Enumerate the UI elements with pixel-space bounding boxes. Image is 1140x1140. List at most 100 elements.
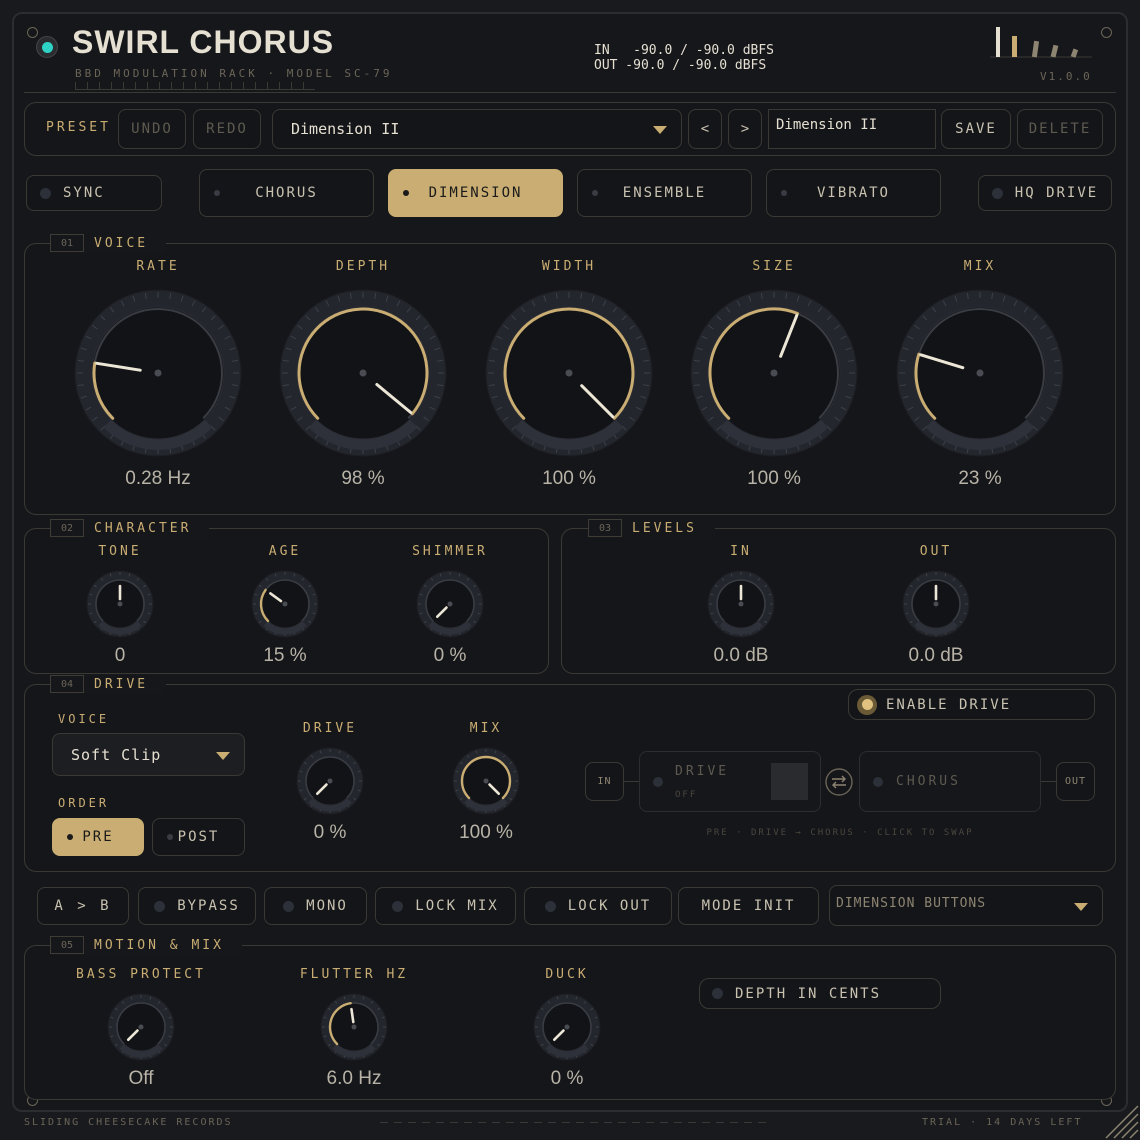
drive-knob-mix[interactable] — [449, 744, 523, 818]
voice-knob-rate[interactable] — [68, 283, 248, 463]
hq-drive-toggle[interactable]: HQ DRIVE — [978, 175, 1112, 211]
footer-trial: TRIAL · 14 DAYS LEFT — [922, 1117, 1083, 1128]
lock-out-toggle[interactable]: LOCK OUT — [524, 887, 672, 925]
mono-led-icon — [283, 900, 295, 912]
voice-knob-width[interactable] — [479, 283, 659, 463]
depth-in-cents-led-icon — [712, 988, 723, 999]
levels-section-header: 03 LEVELS — [588, 518, 715, 538]
chain-drive-label: DRIVE — [675, 764, 730, 779]
voice-knob-mix[interactable] — [890, 283, 1070, 463]
section-number: 03 — [588, 519, 622, 537]
chain-out-node: OUT — [1056, 762, 1095, 801]
hq-drive-label: HQ DRIVE — [1014, 185, 1099, 201]
motion-knob-bass-protect[interactable] — [104, 990, 178, 1064]
chain-chorus-block[interactable]: CHORUS — [859, 751, 1041, 812]
preset-select[interactable]: Dimension II — [272, 109, 682, 149]
drive-knob-drive[interactable] — [293, 744, 367, 818]
character-section-header: 02 CHARACTER — [50, 518, 210, 538]
ruler-ticks — [75, 82, 315, 90]
order-pre-button[interactable]: PRE — [52, 818, 144, 856]
levels-knob-out[interactable] — [899, 567, 973, 641]
footer-dashes — [380, 1122, 770, 1123]
character-knob-tone[interactable] — [83, 567, 157, 641]
knob-value: 100 % — [747, 468, 801, 489]
knob-label: DUCK — [545, 967, 589, 982]
sync-led-icon — [40, 187, 51, 199]
hq-drive-led-icon — [991, 187, 1003, 199]
knob-label: IN — [730, 544, 752, 559]
knob-label: DRIVE — [302, 721, 358, 736]
mode-ensemble-button[interactable]: ENSEMBLE — [577, 169, 752, 217]
level-bars-icon — [990, 27, 1092, 58]
knob-value: Off — [128, 1068, 154, 1089]
voice-knob-size[interactable] — [684, 283, 864, 463]
knob-pointer — [350, 1007, 355, 1024]
section-title: VOICE — [94, 235, 149, 251]
voice-knob-depth[interactable] — [273, 283, 453, 463]
undo-button[interactable]: UNDO — [118, 109, 186, 149]
levels-knob-in[interactable] — [704, 567, 778, 641]
chain-chorus-label: CHORUS — [896, 774, 961, 789]
drive-section-header: 04 DRIVE — [50, 674, 167, 694]
lock-mix-label: LOCK MIX — [415, 898, 499, 914]
mode-label: ENSEMBLE — [622, 185, 707, 201]
drive-meter-box — [771, 763, 808, 800]
footer-brand: SLIDING CHEESECAKE RECORDS — [24, 1117, 233, 1128]
mono-toggle[interactable]: MONO — [264, 887, 367, 925]
motion-knob-flutter-hz[interactable] — [317, 990, 391, 1064]
resize-grip-icon[interactable] — [1104, 1104, 1140, 1140]
delete-button[interactable]: DELETE — [1017, 109, 1103, 149]
preset-select-value: Dimension II — [291, 120, 400, 138]
chain-drive-block[interactable]: DRIVE OFF — [639, 751, 821, 812]
plugin-subtitle: BBD MODULATION RACK · MODEL SC-79 — [75, 67, 393, 80]
character-knob-age[interactable] — [248, 567, 322, 641]
next-preset-button[interactable]: > — [728, 109, 762, 149]
mode-vibrato-button[interactable]: VIBRATO — [766, 169, 941, 217]
power-led-icon[interactable] — [36, 36, 58, 58]
drive-voice-value: Soft Clip — [71, 745, 162, 764]
motion-knob-duck[interactable] — [530, 990, 604, 1064]
section-number: 04 — [50, 675, 84, 693]
knob-value: 0 % — [433, 645, 467, 666]
knob-label: MIX — [469, 721, 503, 736]
mode-dot-icon — [781, 190, 787, 196]
section-title: CHARACTER — [94, 520, 192, 536]
mode-label: DIMENSION — [428, 185, 523, 201]
drive-voice-select[interactable]: Soft Clip — [52, 733, 245, 776]
knob-label: WIDTH — [541, 259, 597, 274]
knob-label: BASS PROTECT — [76, 967, 206, 982]
mode-chorus-button[interactable]: CHORUS — [199, 169, 374, 217]
knob-label: SHIMMER — [412, 544, 488, 559]
preset-name-field[interactable]: Dimension II — [768, 109, 936, 149]
chain-wire — [1041, 781, 1056, 782]
section-number: 05 — [50, 936, 84, 954]
mode-dimension-button[interactable]: DIMENSION — [388, 169, 563, 217]
knob-label: MIX — [963, 259, 997, 274]
knob-value: 100 % — [542, 468, 596, 489]
knob-value: 0.0 dB — [713, 645, 769, 666]
depth-in-cents-toggle[interactable]: DEPTH IN CENTS — [699, 978, 941, 1009]
chevron-down-icon — [216, 752, 230, 760]
knob-value: 0 — [114, 645, 126, 666]
version-label: V1.0.0 — [1040, 70, 1092, 83]
swap-icon[interactable] — [824, 767, 854, 797]
chain-wire — [624, 781, 639, 782]
mode-init-button[interactable]: MODE INIT — [678, 887, 819, 925]
screw-icon — [27, 27, 38, 38]
knob-value: 0.28 Hz — [125, 468, 191, 489]
order-dot-icon — [67, 834, 73, 840]
order-post-button[interactable]: POST — [152, 818, 245, 856]
save-button[interactable]: SAVE — [941, 109, 1011, 149]
prev-preset-button[interactable]: < — [688, 109, 722, 149]
lock-mix-toggle[interactable]: LOCK MIX — [375, 887, 516, 925]
character-knob-shimmer[interactable] — [413, 567, 487, 641]
dimension-buttons-select[interactable]: DIMENSION BUTTONS — [829, 885, 1103, 926]
knob-value: 0.0 dB — [908, 645, 964, 666]
enable-drive-toggle[interactable]: ENABLE DRIVE — [848, 689, 1095, 720]
sync-toggle[interactable]: SYNC — [26, 175, 162, 211]
ab-compare-button[interactable]: A > B — [37, 887, 129, 925]
section-number: 02 — [50, 519, 84, 537]
bypass-toggle[interactable]: BYPASS — [138, 887, 256, 925]
chain-hint: PRE · DRIVE → CHORUS · CLICK TO SWAP — [706, 828, 974, 838]
redo-button[interactable]: REDO — [193, 109, 261, 149]
